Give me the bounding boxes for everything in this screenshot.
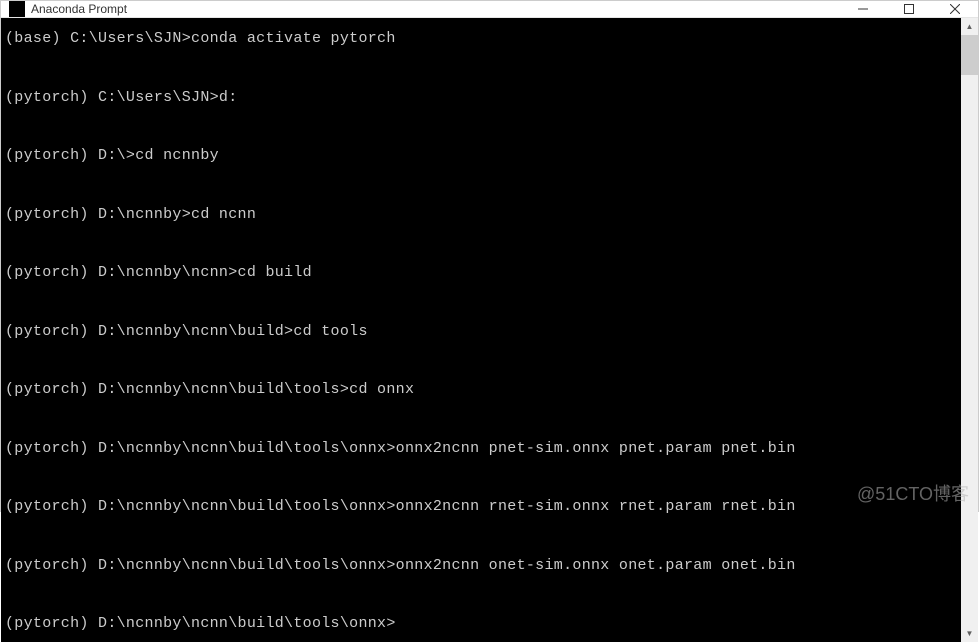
scrollbar: ▲ ▼: [961, 18, 978, 642]
window-frame: Anaconda Prompt (base) C:\Users\SJN>cond…: [0, 0, 979, 512]
scroll-down-button[interactable]: ▼: [961, 625, 978, 642]
window-title: Anaconda Prompt: [31, 2, 840, 16]
maximize-button[interactable]: [886, 1, 932, 17]
scrollbar-thumb[interactable]: [961, 35, 978, 75]
scroll-up-button[interactable]: ▲: [961, 18, 978, 35]
app-icon: [9, 1, 25, 17]
close-button[interactable]: [932, 1, 978, 17]
terminal-area: (base) C:\Users\SJN>conda activate pytor…: [1, 18, 978, 642]
terminal-output[interactable]: (base) C:\Users\SJN>conda activate pytor…: [1, 18, 961, 642]
titlebar[interactable]: Anaconda Prompt: [1, 1, 978, 18]
minimize-button[interactable]: [840, 1, 886, 17]
window-controls: [840, 1, 978, 17]
scrollbar-track[interactable]: [961, 35, 978, 625]
